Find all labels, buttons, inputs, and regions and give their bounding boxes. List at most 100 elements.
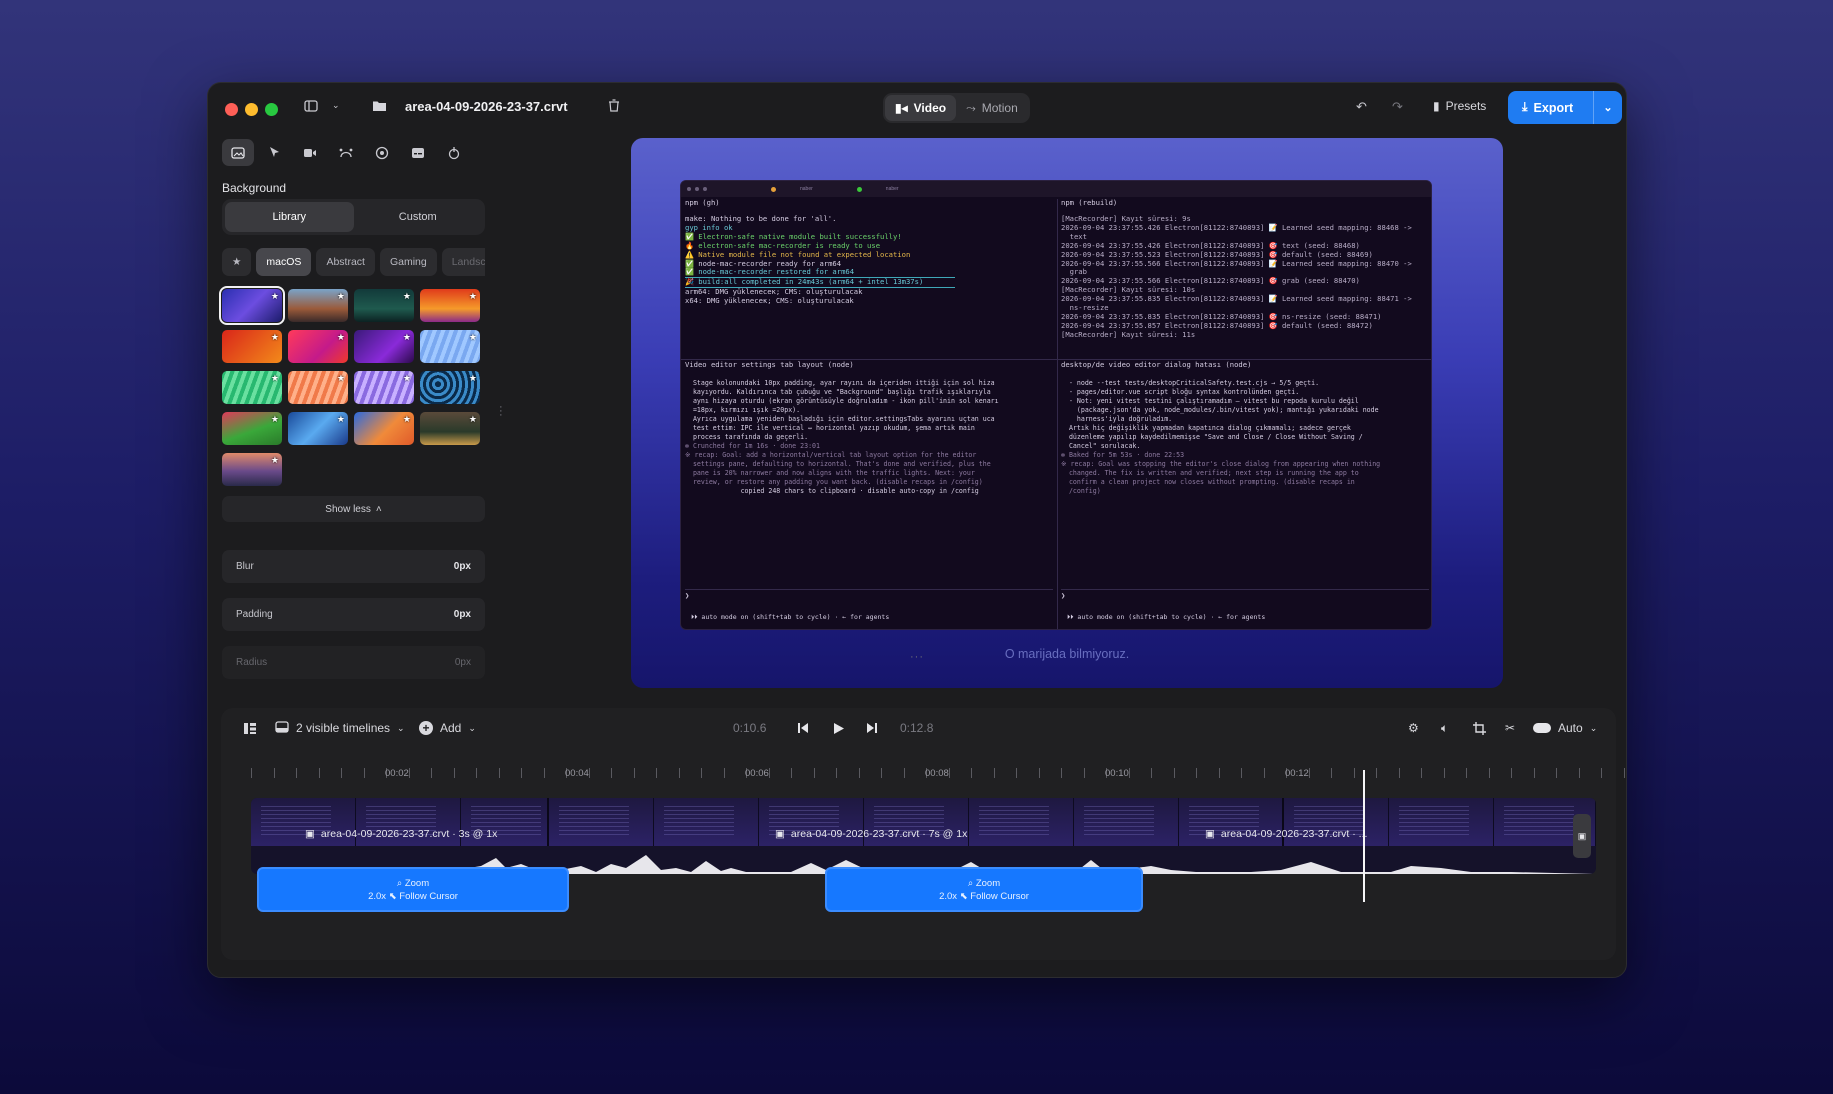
chevron-up-icon: ˄ xyxy=(375,503,382,515)
add-dropdown[interactable]: + Add ⌄ xyxy=(419,721,476,735)
ruler-tick xyxy=(1241,768,1242,778)
redo-icon[interactable]: ↷ xyxy=(1392,99,1403,115)
wallpaper-thumb[interactable]: ★ xyxy=(420,412,480,445)
captions-tool-icon[interactable] xyxy=(402,139,434,166)
star-icon: ★ xyxy=(270,291,279,301)
zoom-block[interactable]: ⌕ Zoom 2.0x ⬉ Follow Cursor xyxy=(825,867,1143,912)
motion-path-tool-icon[interactable] xyxy=(330,139,362,166)
undo-icon[interactable]: ↶ xyxy=(1356,99,1367,115)
cursor-icon: ⬉ xyxy=(388,890,397,902)
clip-label[interactable]: ▣ area-04-09-2026-23-37.crvt · 3s @ 1x xyxy=(305,828,497,840)
chevron-down-icon[interactable]: ⌄ xyxy=(332,100,340,111)
scissors-icon[interactable]: ✂ xyxy=(1505,721,1515,735)
wallpaper-thumb[interactable]: ★ xyxy=(288,412,348,445)
category-abstract[interactable]: Abstract xyxy=(316,248,375,276)
wallpaper-thumb[interactable]: ★ xyxy=(219,286,285,325)
clip-end-handle-icon[interactable]: ▣ xyxy=(1573,814,1591,858)
ruler-tick xyxy=(1556,768,1557,778)
term-line: x64: DMG yükleneceк; CMS: oluşturulacak xyxy=(685,296,854,306)
wallpaper-thumb[interactable]: ★ xyxy=(420,289,480,322)
term-line: 2026-09-04 23:37:55.835 Electron[81122:8… xyxy=(1061,294,1412,304)
visible-timelines-dropdown[interactable]: 2 visible timelines ⌄ xyxy=(275,720,405,736)
play-icon[interactable] xyxy=(833,722,845,735)
audio-tool-icon[interactable] xyxy=(438,139,470,166)
presets-button[interactable]: ▮ Presets xyxy=(1433,99,1486,113)
favorites-star-icon[interactable]: ★ xyxy=(222,248,252,276)
motion-icon: ⤳ xyxy=(966,100,976,115)
ruler-tick xyxy=(318,768,320,778)
playhead[interactable] xyxy=(1363,770,1365,902)
settings-gear-icon[interactable]: ⚙ xyxy=(1408,721,1419,735)
cursor-icon: ⬉ xyxy=(959,890,968,902)
focus-tool-icon[interactable] xyxy=(366,139,398,166)
star-icon: ★ xyxy=(402,291,411,301)
camera-tool-icon[interactable] xyxy=(294,139,326,166)
terminal-pane-agent-right: - node --test tests/desktopCriticalSafet… xyxy=(1061,379,1431,496)
skip-forward-icon[interactable] xyxy=(866,722,878,734)
category-gaming[interactable]: Gaming xyxy=(379,248,437,276)
wallpaper-thumb[interactable]: ★ xyxy=(354,330,414,363)
crop-icon[interactable] xyxy=(1473,721,1486,735)
tab-library[interactable]: Library xyxy=(225,202,354,232)
settings-tool-strip xyxy=(222,139,470,166)
close-window-button[interactable] xyxy=(225,103,238,116)
layout-icon[interactable] xyxy=(243,722,257,735)
wallpaper-thumb[interactable]: ★ xyxy=(420,330,480,363)
tab-video[interactable]: ▮◂ Video xyxy=(885,95,957,121)
term-line: ✅ node-mac-recorder restored for arm64 xyxy=(685,267,855,277)
category-macos[interactable]: macOS xyxy=(256,248,312,276)
padding-field[interactable]: Padding 0px xyxy=(222,598,485,631)
category-landscape[interactable]: Landsc xyxy=(441,248,485,276)
panel-resize-handle-icon[interactable]: ··· xyxy=(910,651,924,663)
ruler-tick xyxy=(836,768,837,778)
wallpaper-thumb[interactable]: ★ xyxy=(354,371,414,404)
zoom-block[interactable]: ⌕ Zoom 2.0x ⬉ Follow Cursor xyxy=(257,867,569,912)
volume-icon[interactable]: 🔈︎ xyxy=(1441,721,1448,736)
term-line: ※ recap: Goal: add a horizontal/vertical… xyxy=(685,451,977,459)
minimize-window-button[interactable] xyxy=(245,103,258,116)
show-less-button[interactable]: Show less ˄ xyxy=(222,496,485,522)
zoom-title: Zoom xyxy=(975,877,1001,889)
folder-icon[interactable] xyxy=(372,99,387,112)
ruler-tick xyxy=(1061,768,1062,778)
zoom-mode: Follow Cursor xyxy=(970,890,1029,902)
magnifier-icon: ⌕ xyxy=(396,877,405,889)
wallpaper-thumb[interactable]: ★ xyxy=(222,453,282,486)
trash-icon[interactable] xyxy=(608,99,620,112)
wallpaper-thumb[interactable]: ★ xyxy=(222,371,282,404)
blur-value: 0px xyxy=(453,561,471,572)
tab-custom[interactable]: Custom xyxy=(354,202,483,232)
clip-label[interactable]: ▣ area-04-09-2026-23-37.crvt · ... xyxy=(1205,828,1367,840)
wallpaper-thumb[interactable]: ★ xyxy=(354,289,414,322)
clip-label[interactable]: ▣ area-04-09-2026-23-37.crvt · 7s @ 1x xyxy=(775,828,967,840)
term-line: pane is 20% narrower and now aligns with… xyxy=(685,469,975,477)
sidebar-toggle-icon[interactable] xyxy=(304,100,318,112)
wallpaper-thumb[interactable]: ★ xyxy=(288,371,348,404)
cursor-tool-icon[interactable] xyxy=(258,139,290,166)
radius-field[interactable]: Radius 0px xyxy=(222,646,485,679)
term-line: Artık hiç değişiklik yapmadan kapatınca … xyxy=(1061,424,1351,432)
export-options-chevron-icon[interactable]: ⌄ xyxy=(1594,101,1622,114)
wallpaper-thumb[interactable]: ★ xyxy=(222,330,282,363)
term-line: confirm a clean project now closes witho… xyxy=(1061,478,1355,486)
terminal-tab-label: naber xyxy=(800,186,813,192)
ruler-tick xyxy=(611,768,612,778)
wallpaper-thumb[interactable]: ★ xyxy=(222,412,282,445)
term-line: Stage kolonundaki 10px padding, ayar ray… xyxy=(685,379,995,387)
wallpaper-thumb[interactable]: ★ xyxy=(288,289,348,322)
wallpaper-thumb[interactable]: ★ xyxy=(288,330,348,363)
term-line: kayıyordu. Kaldırınca tab çubuğu ve "Bac… xyxy=(685,388,991,396)
mode-toggle: ▮◂ Video ⤳ Motion xyxy=(883,93,1030,123)
resize-handle-icon[interactable]: · · · xyxy=(499,402,505,421)
project-filename[interactable]: area-04-09-2026-23-37.crvt xyxy=(405,99,568,114)
speed-dropdown[interactable]: Auto ⌄ xyxy=(1533,721,1597,735)
tab-motion[interactable]: ⤳ Motion xyxy=(956,95,1028,121)
export-button[interactable]: ⤓ Export xyxy=(1508,91,1594,124)
wallpaper-thumb[interactable]: ★ xyxy=(420,371,480,404)
blur-field[interactable]: Blur 0px xyxy=(222,550,485,583)
skip-back-icon[interactable] xyxy=(797,722,809,734)
background-tool-icon[interactable] xyxy=(222,139,254,166)
video-track: ▣ area-04-09-2026-23-37.crvt · 3s @ 1x ▣ a… xyxy=(251,798,1596,874)
wallpaper-thumb[interactable]: ★ xyxy=(354,412,414,445)
zoom-window-button[interactable] xyxy=(265,103,278,116)
